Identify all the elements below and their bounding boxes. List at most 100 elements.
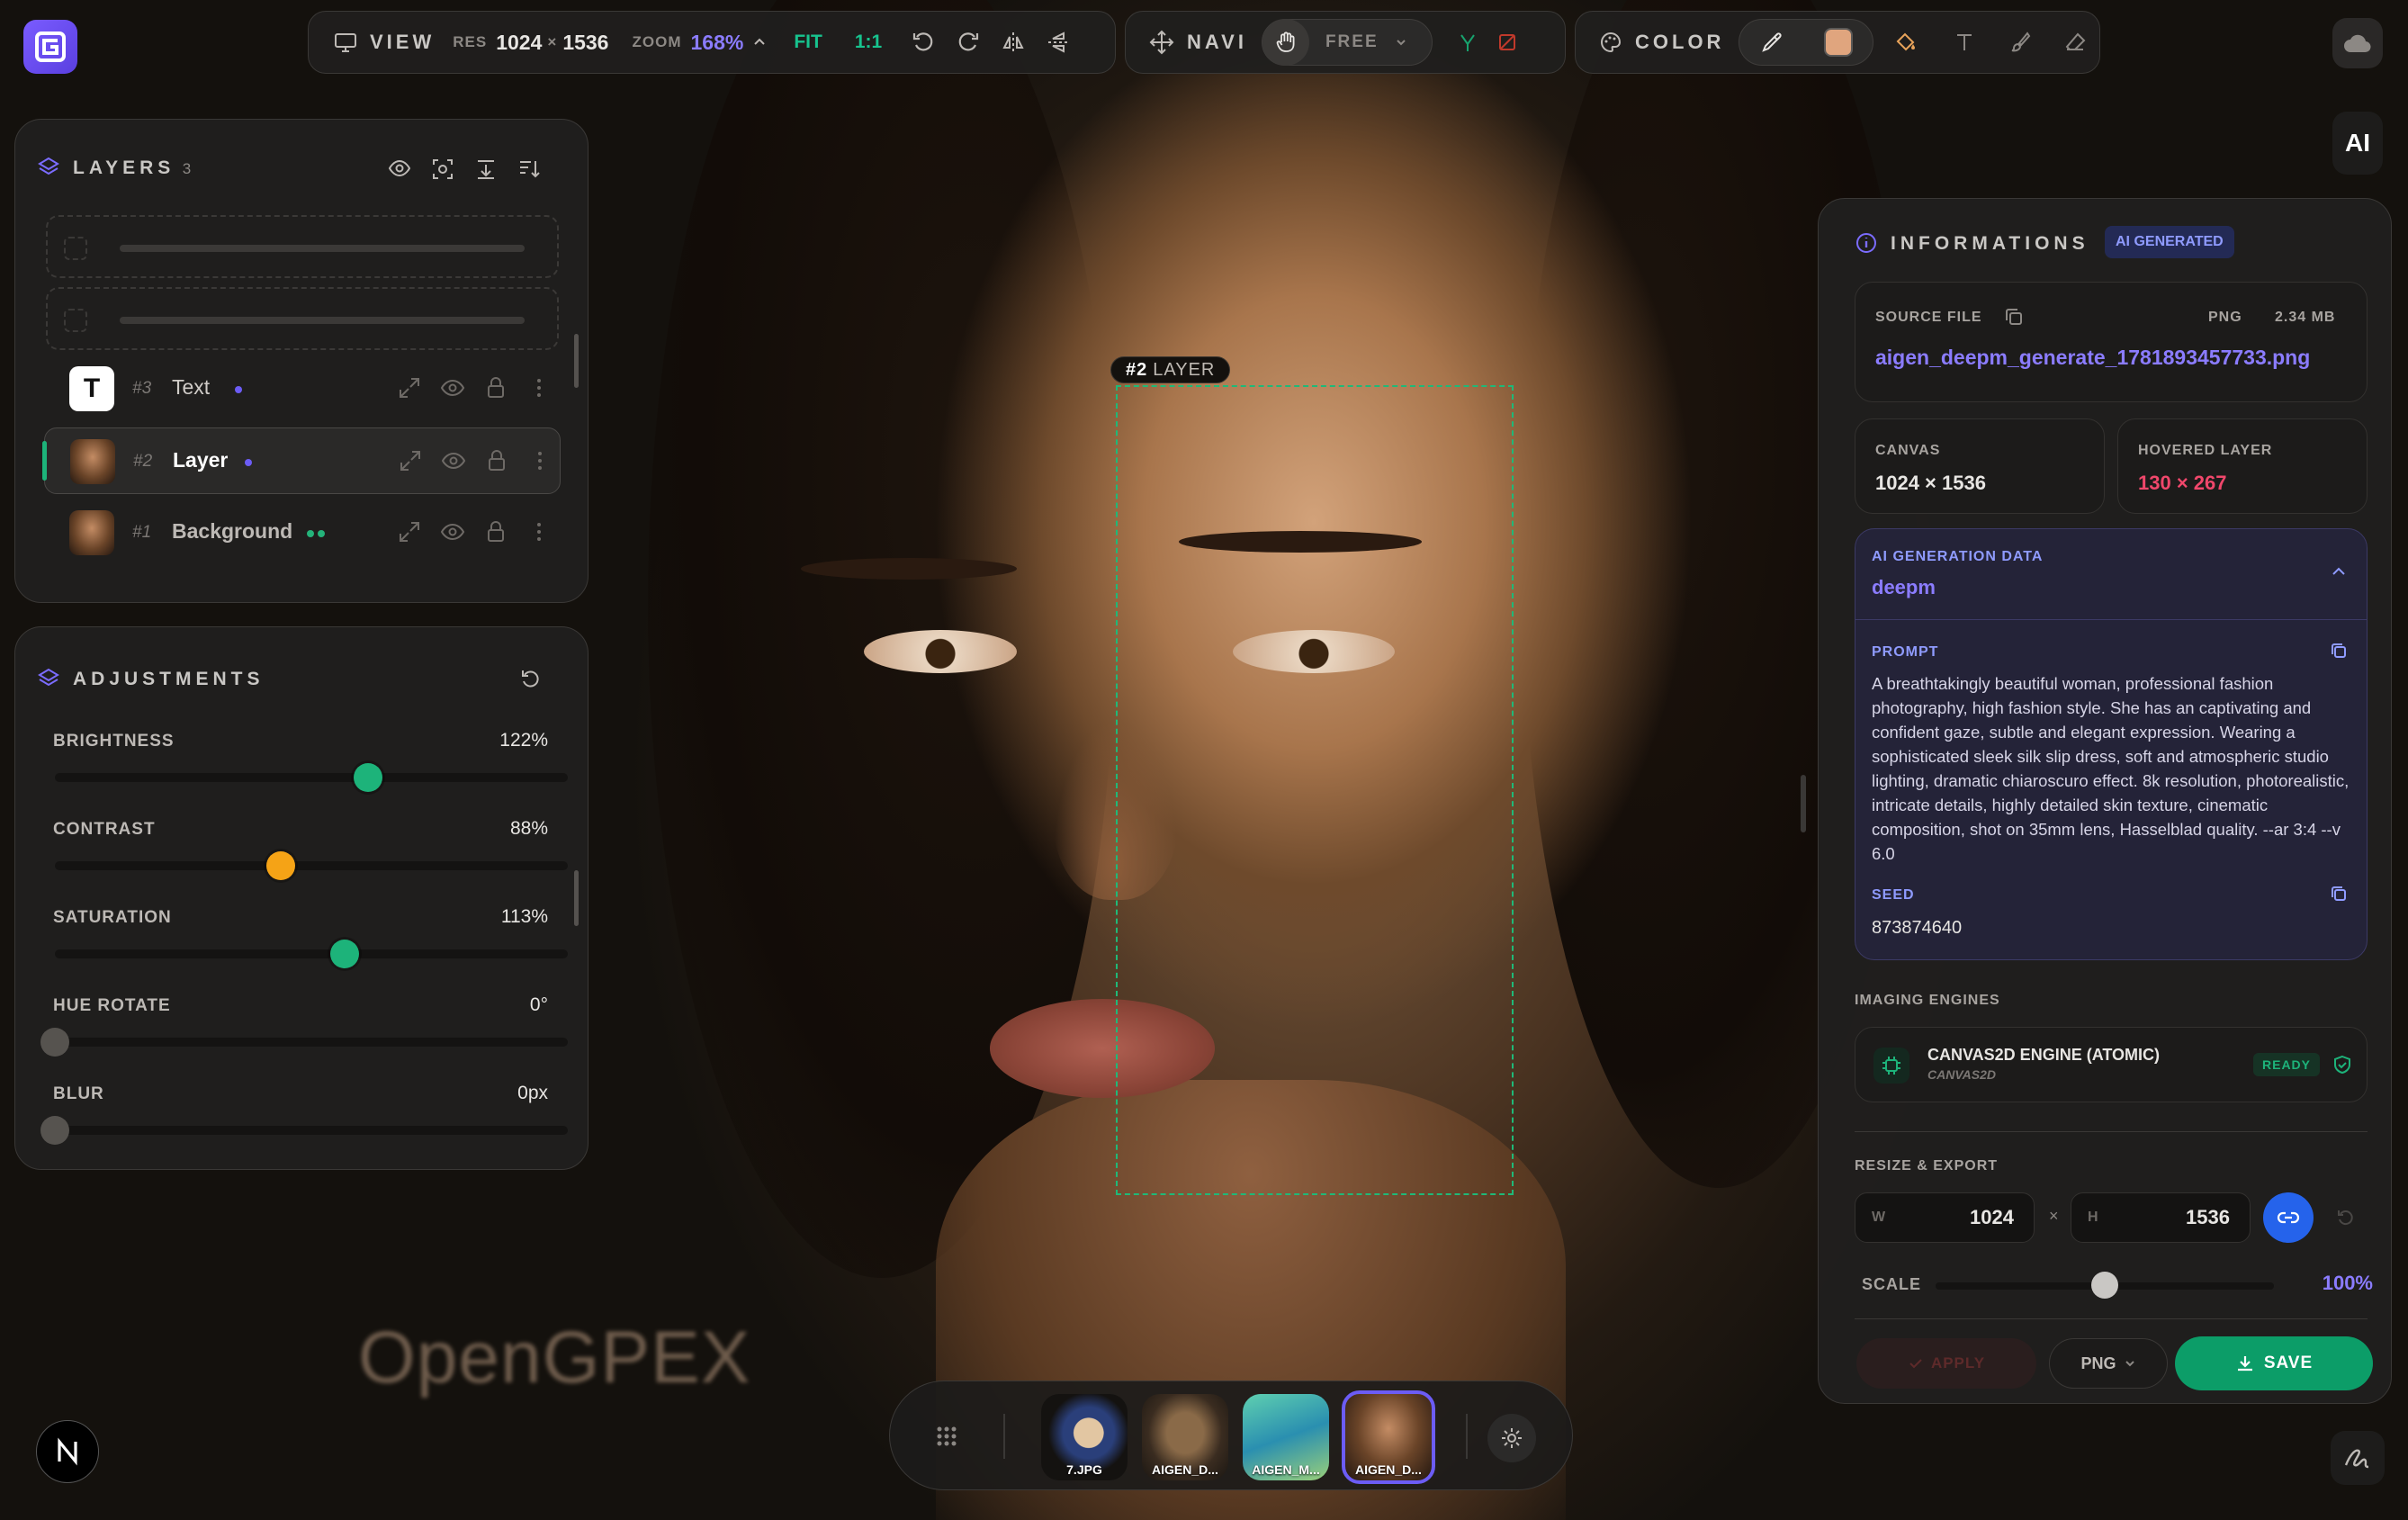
scale-slider[interactable]	[1936, 1272, 2274, 1299]
one-to-one-button[interactable]: 1:1	[855, 31, 882, 53]
adjustment-slider-knob[interactable]	[330, 940, 360, 968]
adjustment-slider[interactable]	[55, 851, 568, 880]
adjustments-scrollbar[interactable]	[574, 870, 579, 926]
engine-status-badge: READY	[2253, 1053, 2321, 1076]
width-input[interactable]: W 1024	[1855, 1192, 2035, 1243]
save-button[interactable]: SAVE	[2175, 1336, 2373, 1390]
fit-button[interactable]: FIT	[794, 31, 822, 53]
layers-scrollbar[interactable]	[574, 334, 579, 388]
text-tool-icon[interactable]	[1953, 31, 1976, 54]
more-icon[interactable]	[527, 448, 553, 473]
prompt-text: A breathtakingly beautiful woman, profes…	[1872, 674, 2350, 863]
brush-icon[interactable]	[2008, 31, 2032, 54]
copy-icon[interactable]	[2329, 641, 2349, 661]
adjustment-slider[interactable]	[40, 1116, 568, 1145]
layer-selection-box[interactable]	[1116, 385, 1514, 1195]
scale-slider-knob[interactable]	[2091, 1272, 2118, 1299]
apply-button[interactable]: APPLY	[1856, 1338, 2036, 1389]
app-logo[interactable]	[23, 20, 77, 74]
ai-button[interactable]: AI	[2332, 112, 2383, 175]
export-format-select[interactable]: PNG	[2049, 1338, 2168, 1389]
layer-item-layer[interactable]: #2 Layer	[42, 427, 561, 494]
visibility-icon[interactable]	[441, 448, 466, 473]
ai-generated-badge: AI GENERATED	[2105, 226, 2234, 258]
dock-thumb-3[interactable]: AIGEN_M...	[1243, 1394, 1329, 1480]
layer-name[interactable]: Layer	[173, 448, 228, 472]
height-input[interactable]: H 1536	[2071, 1192, 2251, 1243]
lock-icon[interactable]	[483, 375, 508, 400]
hand-icon	[1276, 31, 1295, 52]
dock-settings-button[interactable]	[1487, 1414, 1536, 1462]
expand-icon[interactable]	[397, 375, 422, 400]
source-filename[interactable]: aigen_deepm_generate_1781893457733.png	[1875, 346, 2310, 370]
zoom-value[interactable]: 168%	[690, 31, 743, 55]
color-swatch[interactable]	[1823, 28, 1853, 57]
layer-item-text[interactable]: T #3 Text	[44, 355, 561, 422]
copy-icon[interactable]	[2003, 306, 2025, 328]
expand-icon[interactable]	[398, 448, 423, 473]
res-width: 1024	[496, 30, 543, 54]
reset-icon[interactable]	[519, 667, 543, 690]
hand-tool-button[interactable]	[1262, 19, 1309, 66]
view-toolbar: VIEW RES 1024 × 1536 ZOOM 168% FIT 1:1	[308, 11, 1116, 74]
height-value[interactable]: 1536	[2186, 1206, 2230, 1229]
grid-icon[interactable]	[935, 1425, 958, 1448]
crop-red-icon[interactable]	[1496, 31, 1519, 54]
framework-badge[interactable]	[36, 1420, 99, 1483]
expand-icon[interactable]	[397, 519, 422, 544]
eraser-icon[interactable]	[2064, 31, 2088, 54]
eyedropper-icon[interactable]	[1760, 31, 1784, 54]
visibility-icon[interactable]	[440, 375, 465, 400]
layers-panel: LAYERS 3 T #3 Text #2 Layer #1 Backgroun…	[14, 119, 589, 603]
color-label: COLOR	[1635, 31, 1725, 53]
lock-icon[interactable]	[484, 448, 509, 473]
reset-icon[interactable]	[2335, 1207, 2357, 1228]
free-mode-label[interactable]: FREE	[1325, 32, 1379, 52]
signature-button[interactable]	[2331, 1431, 2385, 1485]
rotate-left-icon[interactable]	[911, 30, 936, 55]
copy-icon[interactable]	[2329, 884, 2349, 904]
paint-bucket-icon[interactable]	[1893, 30, 1918, 55]
eye-icon[interactable]	[388, 157, 411, 179]
panel-resize-handle[interactable]	[1801, 775, 1806, 832]
layer-thumb	[70, 439, 115, 484]
lock-icon[interactable]	[483, 519, 508, 544]
adjustment-label: HUE ROTATE	[53, 996, 171, 1015]
layer-name[interactable]: Background	[172, 519, 292, 544]
layer-name[interactable]: Text	[172, 375, 210, 400]
move-icon	[1149, 30, 1174, 55]
dock-thumb-4-active[interactable]: AIGEN_D...	[1342, 1390, 1435, 1484]
engines-label: IMAGING ENGINES	[1855, 993, 2000, 1008]
width-value[interactable]: 1024	[1970, 1206, 2014, 1229]
flip-horizontal-icon[interactable]	[1001, 30, 1026, 55]
more-icon[interactable]	[526, 375, 552, 400]
dock-thumb-2[interactable]: AIGEN_D...	[1142, 1394, 1228, 1480]
focus-icon[interactable]	[431, 157, 454, 181]
layer-placeholder	[46, 215, 559, 278]
dock-thumb-1[interactable]: 7.JPG	[1041, 1394, 1128, 1480]
signature-icon	[2344, 1449, 2369, 1469]
sort-icon[interactable]	[517, 157, 541, 181]
lock-ratio-button[interactable]	[2263, 1192, 2314, 1243]
merge-down-icon[interactable]	[474, 157, 498, 181]
more-icon[interactable]	[526, 519, 552, 544]
adjustment-slider-knob[interactable]	[353, 763, 382, 792]
rotate-right-icon[interactable]	[956, 30, 981, 55]
adjustment-slider-knob[interactable]	[40, 1116, 69, 1145]
chevron-down-icon[interactable]	[1395, 36, 1407, 49]
chevron-up-icon[interactable]	[752, 35, 767, 49]
adjustment-slider-knob[interactable]	[265, 851, 295, 880]
navi-mode-pill[interactable]: FREE	[1261, 19, 1433, 66]
flip-vertical-icon[interactable]	[1046, 30, 1071, 55]
cloud-button[interactable]	[2332, 18, 2383, 68]
adjustment-slider[interactable]	[55, 940, 568, 968]
anchor-green-icon[interactable]	[1456, 31, 1479, 54]
layer-item-background[interactable]: #1 Background	[44, 499, 561, 566]
visibility-icon[interactable]	[440, 519, 465, 544]
chevron-up-icon[interactable]	[2329, 562, 2349, 581]
adjustment-slider-knob[interactable]	[40, 1028, 69, 1057]
chevron-down-icon	[2125, 1361, 2134, 1367]
adjustment-slider[interactable]	[40, 1028, 568, 1057]
color-toolbar: COLOR	[1575, 11, 2100, 74]
adjustment-slider[interactable]	[55, 763, 568, 792]
